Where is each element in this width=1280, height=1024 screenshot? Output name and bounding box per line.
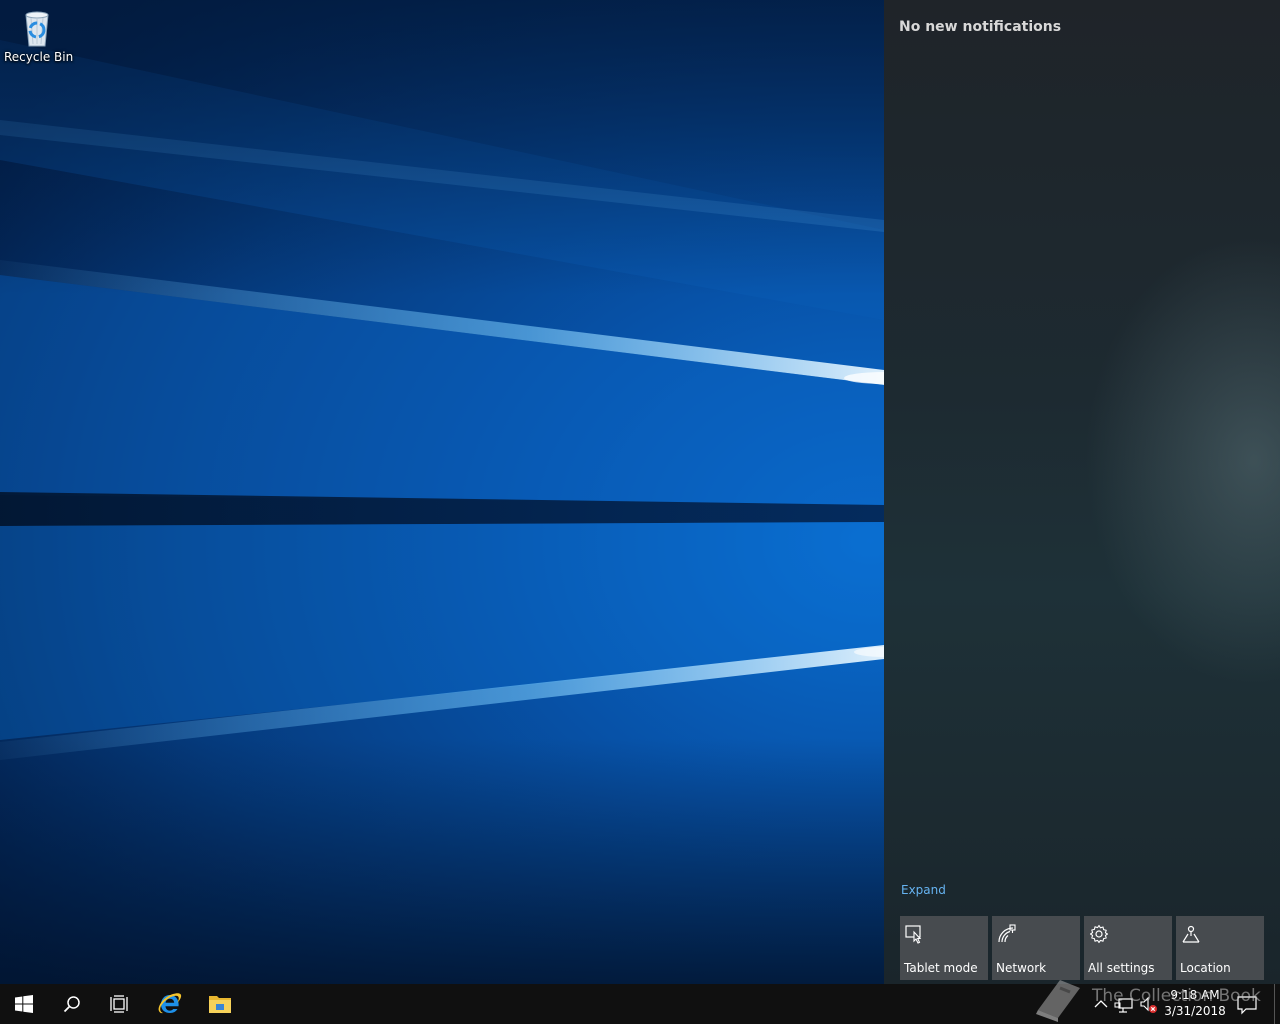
location-icon	[1182, 925, 1200, 943]
action-center-panel: No new notifications Expand Tablet mode …	[884, 0, 1280, 984]
taskbar: 9:18 AM 3/31/2018	[0, 984, 1280, 1024]
quick-action-tablet-mode[interactable]: Tablet mode	[900, 916, 988, 980]
taskbar-file-explorer[interactable]	[196, 984, 244, 1024]
search-button[interactable]	[48, 984, 96, 1024]
tray-date: 3/31/2018	[1164, 1004, 1226, 1018]
tablet-mode-icon	[905, 925, 922, 944]
quick-action-label: Tablet mode	[904, 961, 978, 975]
expand-link[interactable]: Expand	[901, 883, 946, 897]
show-desktop-button[interactable]	[1274, 984, 1280, 1024]
quick-action-label: Network	[996, 961, 1047, 975]
quick-action-location[interactable]: Location	[1176, 916, 1264, 980]
task-view-button[interactable]	[96, 984, 144, 1024]
chevron-up-icon	[1094, 1000, 1108, 1008]
search-icon	[63, 996, 80, 1013]
recycle-bin-icon	[25, 11, 49, 47]
desktop-icon-recycle-bin[interactable]: Recycle Bin	[4, 6, 74, 76]
volume-muted-icon	[1140, 996, 1157, 1013]
tray-network[interactable]	[1114, 992, 1136, 1016]
folder-icon	[209, 996, 231, 1013]
tray-time: 9:18 AM	[1170, 988, 1220, 1002]
notifications-heading: No new notifications	[899, 19, 1062, 35]
quick-action-label: Location	[1180, 961, 1231, 975]
quick-action-all-settings[interactable]: All settings	[1084, 916, 1172, 980]
tray-clock[interactable]: 9:18 AM 3/31/2018	[1160, 987, 1230, 1019]
quick-action-network[interactable]: Network	[992, 916, 1080, 980]
tray-chevron-up[interactable]	[1090, 992, 1112, 1016]
action-center-icon	[1237, 996, 1257, 1015]
action-center-button[interactable]	[1234, 992, 1260, 1016]
start-button[interactable]	[0, 984, 48, 1024]
internet-explorer-icon	[158, 993, 182, 1014]
network-icon	[998, 924, 1016, 943]
quick-action-label: All settings	[1088, 961, 1155, 975]
tray-volume[interactable]	[1138, 992, 1160, 1016]
network-wired-icon	[1114, 998, 1133, 1013]
windows-logo-icon	[15, 995, 33, 1013]
taskbar-internet-explorer[interactable]	[146, 984, 194, 1024]
desktop-icon-label: Recycle Bin	[4, 50, 74, 64]
gear-icon	[1089, 924, 1109, 944]
task-view-icon	[110, 995, 128, 1013]
